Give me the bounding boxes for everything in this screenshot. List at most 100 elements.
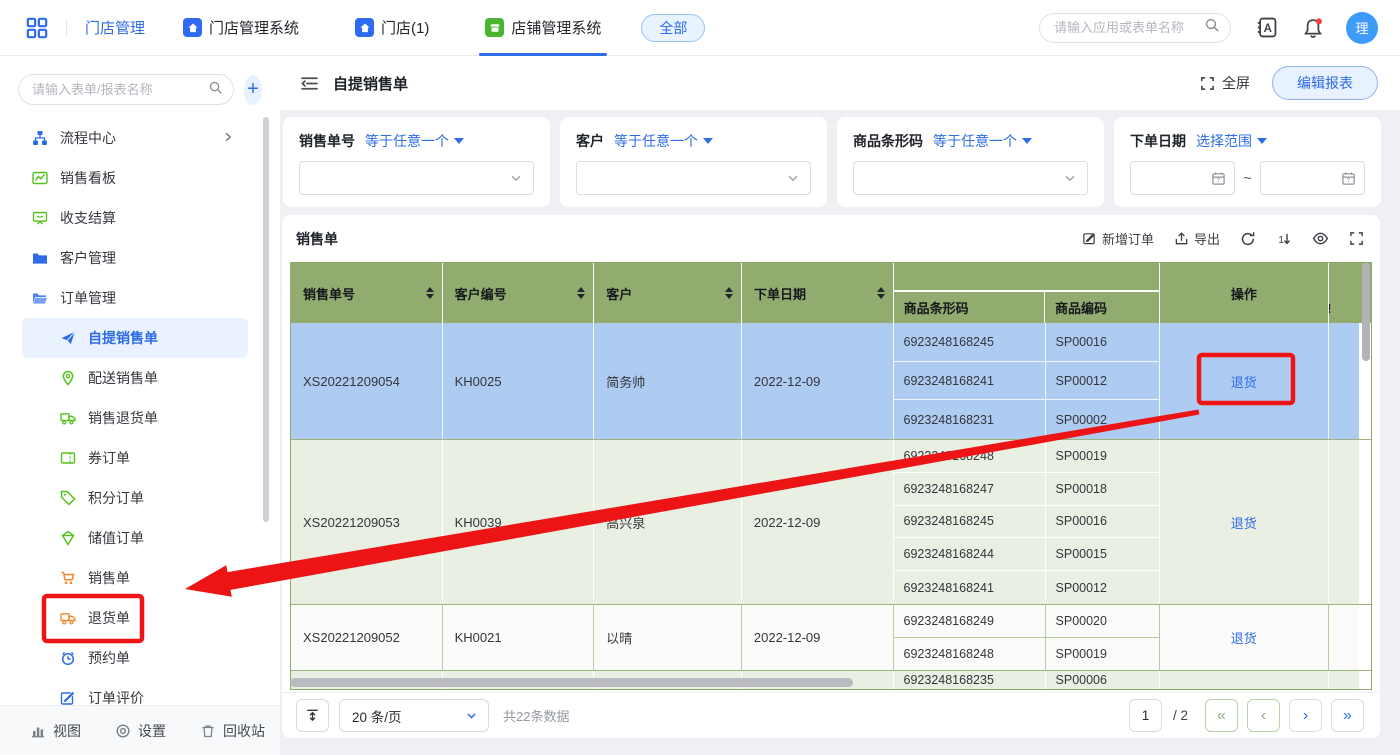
add-form-button[interactable]: + xyxy=(244,75,262,105)
notification-bell-icon[interactable] xyxy=(1302,17,1324,39)
product-subrow: 6923248168245 SP00016 xyxy=(894,323,1160,362)
current-page-box[interactable]: 1 xyxy=(1129,699,1162,732)
fullscreen-button[interactable]: 全屏 xyxy=(1200,73,1250,93)
sort-toggle[interactable] xyxy=(577,287,585,299)
table-row[interactable]: XS20221209054 KH0025 简务帅 2022-12-09 6923… xyxy=(291,323,1371,440)
add-order-button[interactable]: 新增订单 xyxy=(1082,229,1154,248)
sidebar-item-coupon-order[interactable]: 券订单 xyxy=(0,438,280,478)
table-toolbar: 销售单 新增订单 导出 xyxy=(282,215,1380,262)
menu-fold-icon[interactable] xyxy=(300,74,319,93)
tab-dianpu-mgmt-system[interactable]: 店铺管理系统 xyxy=(485,0,601,56)
eye-icon[interactable] xyxy=(1312,230,1329,247)
sidebar-footer: 视图 设置 回收站 xyxy=(0,705,280,755)
return-goods-link[interactable]: 退货 xyxy=(1231,372,1257,391)
sidebar-item-pickup-sales-order[interactable]: 自提销售单 xyxy=(22,318,248,358)
truck-icon xyxy=(60,610,76,626)
sort-toggle[interactable] xyxy=(877,287,885,299)
sidebar-item-reservation-order[interactable]: 预约单 xyxy=(0,638,280,678)
settings-button[interactable]: 设置 xyxy=(115,721,166,741)
return-goods-link[interactable]: 退货 xyxy=(1231,628,1257,647)
table-vertical-scrollbar[interactable] xyxy=(1362,263,1370,361)
filter-bar: 销售单号 等于任意一个 客户 等于任意一个 xyxy=(283,117,1381,207)
sidebar-search-input[interactable] xyxy=(32,82,208,97)
caret-down-icon xyxy=(1257,138,1267,144)
table-title: 销售单 xyxy=(296,229,338,249)
product-group-header: 商品条形码 商品编码 xyxy=(894,263,1160,323)
app-frame: 门店管理 门店管理系统 门店(1) 店铺管理系统 全部 xyxy=(0,0,1400,755)
filter-condition[interactable]: 等于任意一个 xyxy=(933,131,1032,151)
filter-condition[interactable]: 等于任意一个 xyxy=(614,131,713,151)
product-subrow: 6923248168241 SP00012 xyxy=(894,571,1160,604)
sidebar-item-order-mgmt[interactable]: 订单管理 xyxy=(0,278,280,318)
sidebar-search[interactable] xyxy=(18,74,234,105)
global-search[interactable] xyxy=(1039,13,1231,43)
table-horizontal-scrollbar[interactable] xyxy=(290,678,853,687)
prev-page-button[interactable]: ‹ xyxy=(1247,699,1280,732)
svg-text:1: 1 xyxy=(1278,233,1284,245)
sort-icon[interactable]: 1 xyxy=(1276,231,1292,247)
product-subrow: 6923248168231 SP00002 xyxy=(894,400,1160,439)
first-page-button[interactable]: « xyxy=(1205,699,1238,732)
sidebar-item-stored-value-order[interactable]: 储值订单 xyxy=(0,518,280,558)
total-count: 共22条数据 xyxy=(503,706,569,725)
export-button[interactable]: 导出 xyxy=(1174,229,1220,248)
tab-mendian-mgmt-system[interactable]: 门店管理系统 xyxy=(183,0,299,56)
all-pill-button[interactable]: 全部 xyxy=(641,14,705,42)
sidebar-item-delivery-sales-order[interactable]: 配送销售单 xyxy=(0,358,280,398)
sidebar-item-flow-center[interactable]: 流程中心 xyxy=(0,118,280,158)
fit-rows-button[interactable] xyxy=(296,699,329,732)
store-icon xyxy=(485,18,504,37)
date-end-input[interactable]: 7 xyxy=(1260,161,1365,195)
pen-icon xyxy=(60,690,76,706)
table-row[interactable]: XS20221209053 KH0039 高兴泉 2022-12-09 6923… xyxy=(291,440,1371,605)
home-icon xyxy=(355,18,374,37)
sidebar-menu: 流程中心 销售看板 收支结算 xyxy=(0,118,280,718)
chevron-down-icon xyxy=(786,171,800,185)
sidebar-item-return-order[interactable]: 退货单 xyxy=(0,598,280,638)
filter-select[interactable] xyxy=(576,161,811,195)
alarm-clock-icon xyxy=(60,650,76,666)
topbar: 门店管理 门店管理系统 门店(1) 店铺管理系统 全部 xyxy=(0,0,1400,56)
refresh-icon[interactable] xyxy=(1240,231,1256,247)
product-subrow: 6923248168247 SP00018 xyxy=(894,473,1160,506)
apps-grid-icon[interactable] xyxy=(26,17,48,39)
edit-report-button[interactable]: 编辑报表 xyxy=(1272,66,1378,100)
pagination-bar: 20 条/页 共22条数据 1 / 2 « ‹ › » xyxy=(282,692,1380,738)
views-button[interactable]: 视图 xyxy=(30,721,81,741)
filter-select[interactable] xyxy=(853,161,1088,195)
edit-order-icon xyxy=(1082,231,1097,246)
bar-chart-icon xyxy=(30,723,46,739)
sidebar-item-sales-return-order[interactable]: 销售退货单 xyxy=(0,398,280,438)
chevron-right-icon[interactable] xyxy=(222,130,234,146)
avatar[interactable]: 理 xyxy=(1346,12,1378,44)
sort-toggle[interactable] xyxy=(426,287,434,299)
next-page-button[interactable]: › xyxy=(1289,699,1322,732)
trash-icon xyxy=(200,723,216,739)
sidebar-item-sales-order[interactable]: 销售单 xyxy=(0,558,280,598)
sort-toggle[interactable] xyxy=(725,287,733,299)
filter-select[interactable] xyxy=(299,161,534,195)
date-start-input[interactable]: 7 xyxy=(1130,161,1235,195)
return-goods-link[interactable]: 退货 xyxy=(1231,513,1257,532)
sidebar-scrollbar[interactable] xyxy=(263,117,269,522)
table-row[interactable]: XS20221209052 KH0021 以晴 2022-12-09 69232… xyxy=(291,605,1371,671)
last-page-button[interactable]: » xyxy=(1331,699,1364,732)
filter-condition[interactable]: 等于任意一个 xyxy=(365,131,464,151)
svg-text:A: A xyxy=(1264,23,1272,35)
workspace-name[interactable]: 门店管理 xyxy=(85,17,145,38)
filter-condition[interactable]: 选择范围 xyxy=(1196,131,1267,151)
recycle-bin-button[interactable]: 回收站 xyxy=(200,721,265,741)
sidebar-item-sales-dashboard[interactable]: 销售看板 xyxy=(0,158,280,198)
sidebar-item-points-order[interactable]: 积分订单 xyxy=(0,478,280,518)
sidebar: + 流程中心 销售看板 xyxy=(0,56,280,755)
filter-barcode: 商品条形码 等于任意一个 xyxy=(837,117,1104,207)
global-search-input[interactable] xyxy=(1054,20,1204,35)
table-fullscreen-icon[interactable] xyxy=(1349,231,1364,246)
translate-icon[interactable]: A xyxy=(1255,16,1278,39)
sidebar-item-income-settlement[interactable]: 收支结算 xyxy=(0,198,280,238)
page-size-select[interactable]: 20 条/页 xyxy=(339,699,489,732)
sidebar-item-customer-mgmt[interactable]: 客户管理 xyxy=(0,238,280,278)
calendar-icon: 7 xyxy=(1211,171,1226,186)
tab-mendian-1[interactable]: 门店(1) xyxy=(355,0,429,56)
location-pin-icon xyxy=(60,370,76,386)
